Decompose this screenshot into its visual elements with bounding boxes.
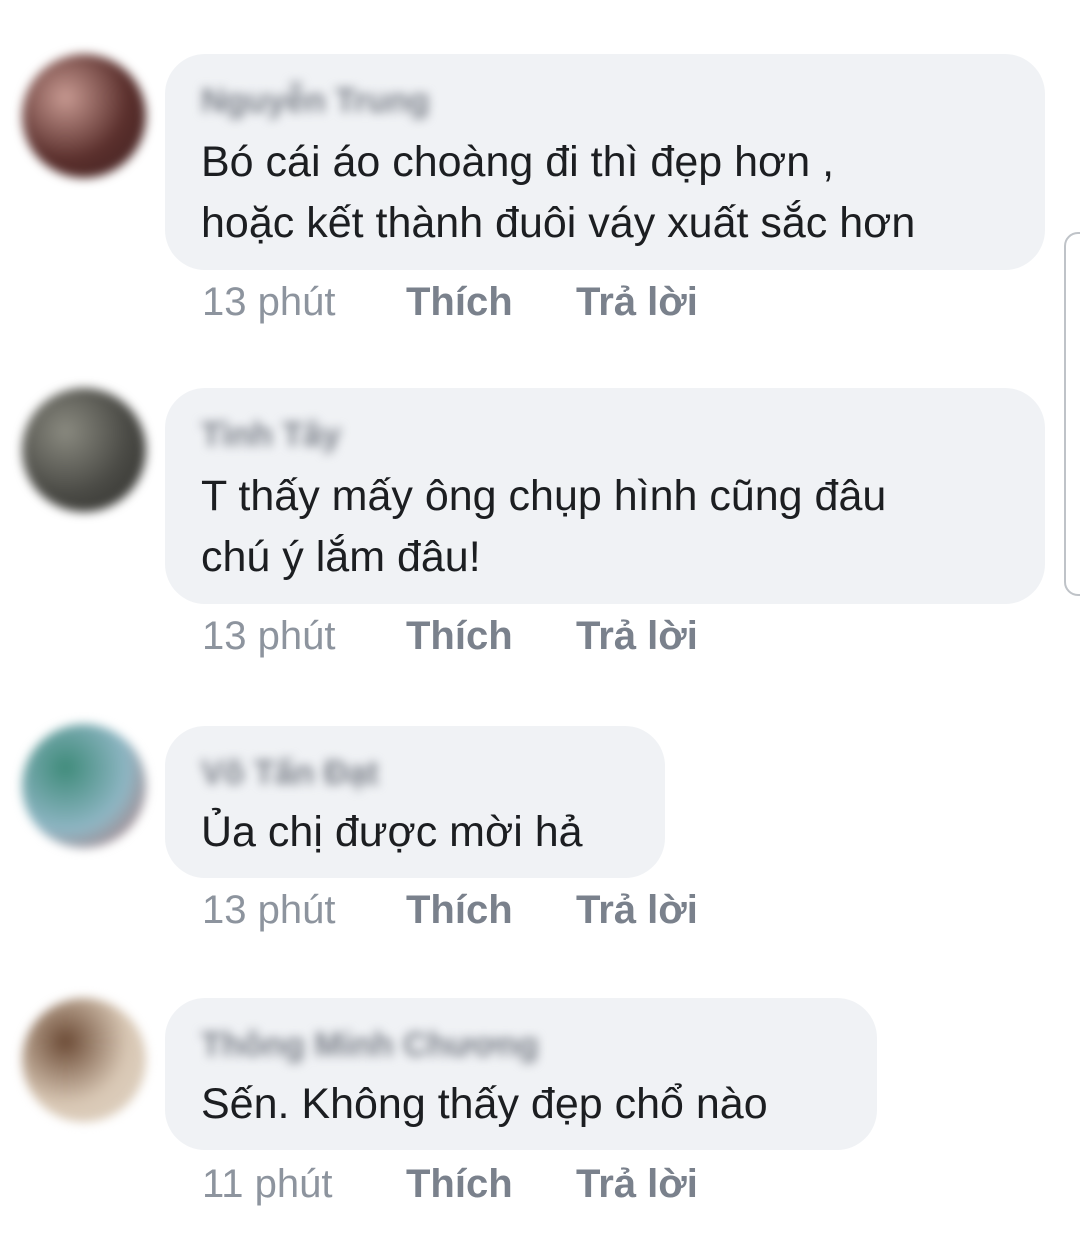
reply-button[interactable]: Trả lời bbox=[576, 888, 698, 932]
comment-timestamp[interactable]: 13 phút bbox=[202, 614, 335, 658]
reply-button[interactable]: Trả lời bbox=[576, 614, 698, 658]
reply-button[interactable]: Trả lời bbox=[576, 1162, 698, 1206]
comment-author-name[interactable]: Tình Tây bbox=[201, 416, 341, 455]
like-button[interactable]: Thích bbox=[406, 888, 513, 932]
reply-button[interactable]: Trả lời bbox=[576, 280, 698, 324]
comment-text-line: Bó cái áo choàng đi thì đẹp hơn , bbox=[201, 138, 835, 186]
comment-bubble: Tình Tây T thấy mấy ông chụp hình cũng đ… bbox=[165, 388, 1045, 604]
comment-author-name[interactable]: Thông Minh Chương bbox=[201, 1026, 539, 1065]
like-button[interactable]: Thích bbox=[406, 1162, 513, 1206]
avatar[interactable] bbox=[22, 388, 146, 512]
comment-text-line: hoặc kết thành đuôi váy xuất sắc hơn bbox=[201, 199, 916, 247]
comment-author-name[interactable]: Nguyễn Trung bbox=[201, 82, 430, 121]
like-button[interactable]: Thích bbox=[406, 614, 513, 658]
comment-bubble: Nguyễn Trung Bó cái áo choàng đi thì đẹp… bbox=[165, 54, 1045, 270]
comment-text-line: chú ý lắm đâu! bbox=[201, 533, 481, 581]
avatar[interactable] bbox=[22, 998, 146, 1122]
comment-author-name[interactable]: Võ Tấn Đạt bbox=[201, 754, 379, 793]
comment-timestamp[interactable]: 11 phút bbox=[202, 1162, 333, 1206]
comment-timestamp[interactable]: 13 phút bbox=[202, 888, 335, 932]
comment-text-line: Sến. Không thấy đẹp chổ nào bbox=[201, 1080, 768, 1128]
comment-bubble: Võ Tấn Đạt Ủa chị được mời hả bbox=[165, 726, 665, 878]
avatar[interactable] bbox=[22, 724, 146, 848]
like-button[interactable]: Thích bbox=[406, 280, 513, 324]
scrollbar[interactable] bbox=[1064, 232, 1080, 596]
comment-text-line: T thấy mấy ông chụp hình cũng đâu bbox=[201, 472, 887, 520]
comment-bubble: Thông Minh Chương Sến. Không thấy đẹp ch… bbox=[165, 998, 877, 1150]
avatar[interactable] bbox=[22, 54, 146, 178]
comment-timestamp[interactable]: 13 phút bbox=[202, 280, 335, 324]
comment-text-line: Ủa chị được mời hả bbox=[201, 808, 583, 856]
